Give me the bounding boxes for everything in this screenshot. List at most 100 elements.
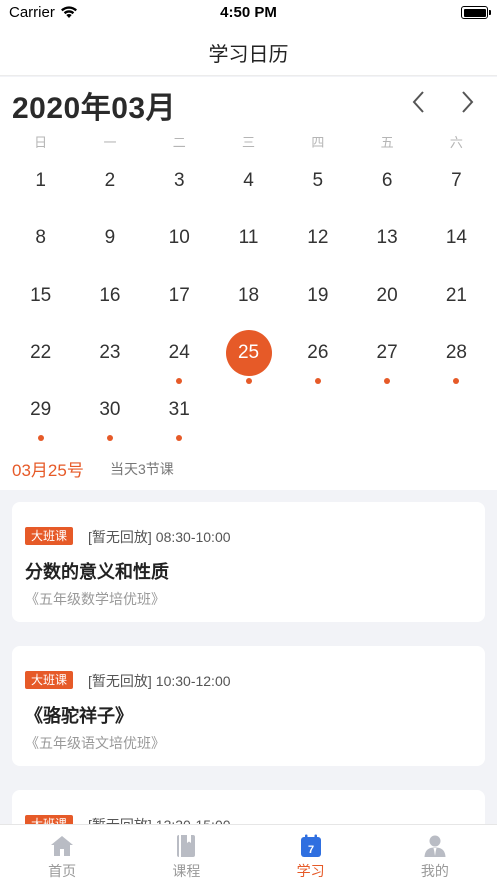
calendar-day[interactable]: 6 (352, 155, 421, 212)
calendar-day[interactable]: 21 (422, 270, 491, 327)
tab-study[interactable]: 7 学习 (249, 825, 373, 883)
calendar-day[interactable]: 27 (352, 327, 421, 384)
weekday-label: 四 (311, 135, 325, 150)
class-name: 《五年级语文培优班》 (25, 735, 165, 751)
battery-icon (461, 6, 491, 19)
book-icon (177, 835, 196, 857)
calendar-day[interactable]: 16 (75, 270, 144, 327)
tab-label: 课程 (172, 863, 201, 879)
calendar-day[interactable]: 2 (75, 155, 144, 212)
day-number: 25 (225, 329, 272, 376)
day-number: 10 (168, 227, 190, 249)
weekday-header: 日 一 二 三 四 五 六 (6, 132, 491, 151)
calendar-day[interactable]: 11 (214, 212, 283, 269)
day-number: 5 (312, 170, 324, 191)
page-title: 学习日历 (208, 44, 289, 66)
day-number: 21 (445, 284, 467, 306)
calendar-day[interactable]: 20 (352, 270, 421, 327)
day-number: 9 (104, 227, 116, 249)
course-time: 08:30-10:00 (155, 529, 231, 545)
calendar-day-selected[interactable]: 25 (214, 327, 283, 384)
calendar-day[interactable]: 19 (283, 270, 352, 327)
course-time: 10:30-12:00 (155, 673, 231, 689)
calendar-day[interactable]: 29 (6, 384, 75, 442)
course-dot-indicator (314, 377, 321, 384)
day-number: 23 (99, 341, 121, 363)
course-meta: [暂无回放] 10:30-12:00 (88, 671, 235, 691)
course-card[interactable]: 大班课 [暂无回放] 08:30-10:00 分数的意义和性质 《五年级数学培优班… (12, 502, 485, 622)
day-number: 26 (307, 341, 329, 363)
day-number: 13 (376, 227, 398, 249)
course-dot-indicator (176, 435, 183, 442)
calendar-day[interactable]: 15 (6, 270, 75, 327)
tab-mine[interactable]: 我的 (373, 825, 497, 883)
calendar-day[interactable]: 4 (214, 155, 283, 212)
calendar-day[interactable]: 7 (422, 155, 491, 212)
course-dot-indicator (176, 377, 183, 384)
day-number: 16 (99, 284, 121, 306)
day-number: 19 (307, 284, 329, 306)
lesson-count: 当天3节课 (110, 461, 174, 477)
prev-month-icon[interactable] (404, 87, 434, 117)
day-number: 14 (445, 227, 467, 249)
weekday-label: 二 (172, 135, 186, 150)
tab-home[interactable]: 首页 (0, 825, 124, 883)
replay-status: [暂无回放] (88, 529, 152, 545)
calendar-day[interactable]: 3 (145, 155, 214, 212)
tab-bar: 首页 课程 7 学习 我的 (0, 824, 497, 883)
day-number: 20 (376, 284, 398, 306)
calendar-day[interactable]: 24 (145, 327, 214, 384)
course-meta: [暂无回放] 08:30-10:00 (88, 527, 235, 547)
day-number: 27 (376, 341, 398, 363)
next-month-icon[interactable] (452, 87, 482, 117)
calendar-day[interactable]: 26 (283, 327, 352, 384)
calendar-day[interactable]: 5 (283, 155, 352, 212)
calendar-day[interactable]: 14 (422, 212, 491, 269)
clock: 4:50 PM (220, 4, 277, 21)
tab-course[interactable]: 课程 (124, 825, 248, 883)
calendar-icon: 7 (300, 834, 321, 857)
day-number: 12 (307, 227, 329, 249)
day-number: 29 (30, 399, 52, 421)
course-card[interactable]: 大班课 [暂无回放] 10:30-12:00 《骆驼祥子》 《五年级语文培优班》 (12, 646, 485, 766)
day-number: 2 (104, 170, 116, 191)
calendar-badge-number: 7 (308, 844, 314, 856)
tab-label: 我的 (420, 863, 449, 879)
day-number: 8 (35, 227, 46, 249)
calendar-day[interactable]: 30 (75, 384, 144, 442)
calendar-day[interactable]: 13 (352, 212, 421, 269)
calendar-day[interactable]: 23 (75, 327, 144, 384)
calendar-day[interactable]: 9 (75, 212, 144, 269)
day-number: 22 (30, 341, 52, 363)
weekday-label: 三 (242, 135, 256, 150)
class-name: 《五年级数学培优班》 (25, 591, 165, 607)
course-dot-indicator (37, 435, 44, 442)
day-number: 4 (243, 170, 254, 191)
calendar-day[interactable]: 10 (145, 212, 214, 269)
navigation-bar: 学习日历 (0, 26, 497, 76)
month-title: 2020年03月 (12, 92, 177, 125)
calendar: 2020年03月 日 一 二 三 四 五 六 1 2 3 4 5 6 7 8 9 10 11 12 13… (0, 77, 497, 490)
day-grid: 1 2 3 4 5 6 7 8 9 10 11 12 13 14 15 16 17 18 19 20 21 22 23 24 2… (6, 155, 491, 442)
app-screen: Carrier 4:50 PM 学习日历 2020年03月 日 一 二 三 四 … (0, 0, 497, 883)
day-number: 1 (35, 170, 46, 191)
selected-date: 03月25号 (12, 461, 84, 480)
calendar-day[interactable]: 17 (145, 270, 214, 327)
calendar-day[interactable]: 1 (6, 155, 75, 212)
calendar-day[interactable]: 22 (6, 327, 75, 384)
tab-label: 学习 (296, 863, 325, 879)
calendar-day[interactable]: 12 (283, 212, 352, 269)
day-number: 24 (168, 341, 190, 363)
day-number: 28 (445, 341, 467, 363)
calendar-day[interactable]: 18 (214, 270, 283, 327)
calendar-day[interactable]: 31 (145, 384, 214, 442)
calendar-day[interactable]: 28 (422, 327, 491, 384)
day-number: 15 (30, 284, 52, 306)
calendar-day[interactable]: 8 (6, 212, 75, 269)
weekday-label: 日 (34, 135, 48, 150)
day-number: 7 (451, 170, 462, 191)
replay-status: [暂无回放] (88, 673, 152, 689)
user-icon (424, 835, 446, 857)
day-number: 18 (237, 284, 260, 306)
course-dot-indicator (245, 377, 252, 384)
